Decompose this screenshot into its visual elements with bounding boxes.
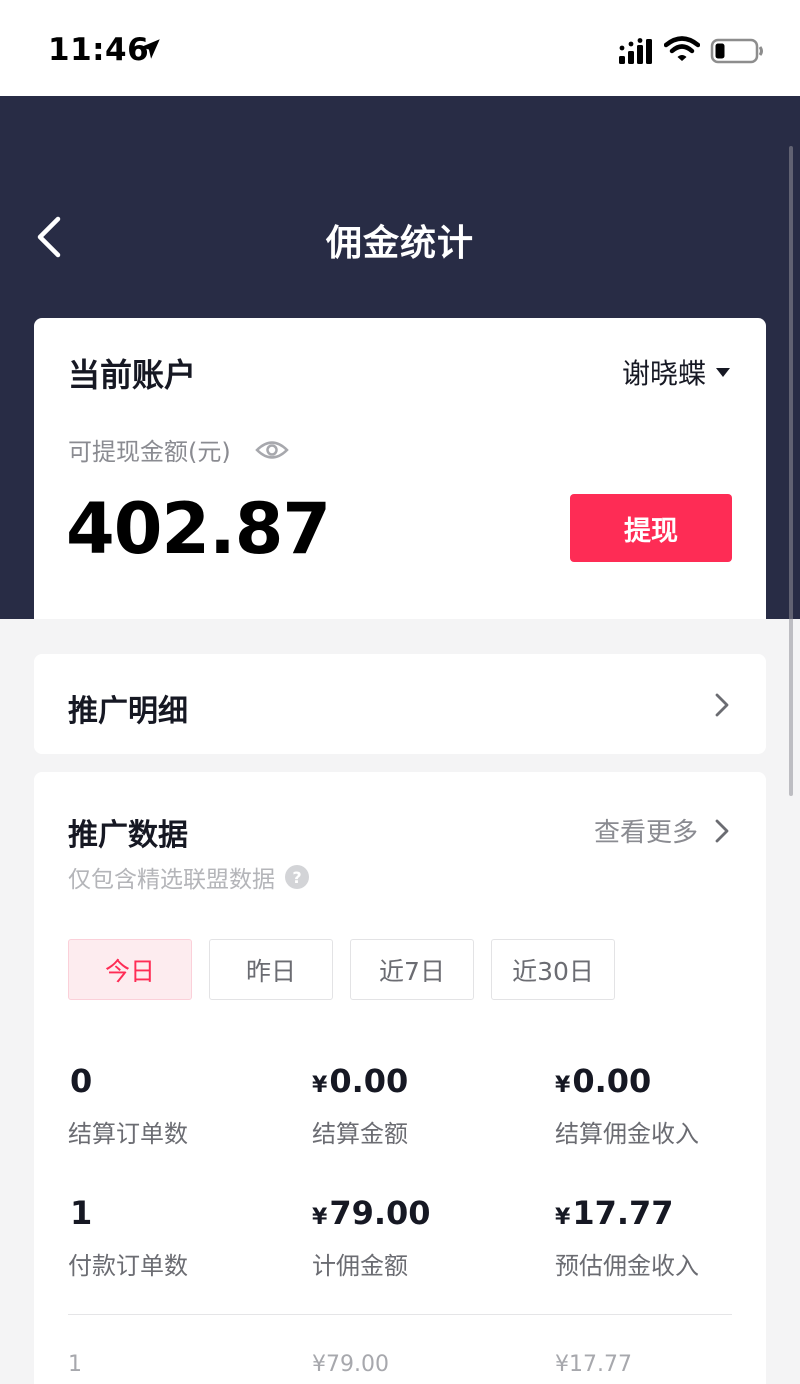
view-more-link[interactable]: 查看更多 [594, 812, 730, 849]
bottom-row-orders: 1 [68, 1352, 82, 1377]
account-card: 当前账户 谢晓蝶 可提现金额(元) 402.87 提现 [34, 318, 766, 619]
cellular-signal-icon [619, 38, 652, 64]
view-more-label: 查看更多 [593, 818, 698, 848]
stat-value: ¥0.00 [555, 1062, 699, 1100]
stat-paid-orders: 1 付款订单数 [68, 1194, 188, 1281]
chevron-right-icon [715, 819, 729, 842]
wifi-icon [664, 36, 700, 61]
balance-label: 可提现金额(元) [68, 438, 231, 466]
scrollbar[interactable] [789, 146, 793, 796]
status-time: 11:46 [48, 32, 150, 68]
stat-number: 79.00 [329, 1194, 431, 1232]
currency-symbol: ¥ [555, 1205, 571, 1230]
svg-text:?: ? [292, 868, 301, 887]
account-switcher[interactable]: 谢晓蝶 [622, 352, 730, 392]
currency-symbol: ¥ [312, 1205, 328, 1230]
withdraw-button[interactable]: 提现 [570, 494, 732, 562]
stat-label: 结算佣金收入 [555, 1120, 699, 1148]
balance-amount: 402.87 [66, 488, 331, 570]
stat-label: 结算订单数 [68, 1120, 188, 1148]
bottom-row-amount: ¥79.00 [312, 1352, 389, 1377]
bottom-row-commission: ¥17.77 [555, 1352, 632, 1377]
tab-today[interactable]: 今日 [68, 939, 192, 1000]
stat-label: 结算金额 [312, 1120, 408, 1148]
stat-estimated-commission: ¥17.77 预估佣金收入 [555, 1194, 699, 1281]
stat-number: 17.77 [572, 1194, 674, 1232]
eye-icon[interactable] [254, 439, 289, 461]
promo-data-subtitle-row: 仅包含精选联盟数据 ? [68, 860, 309, 894]
divider [68, 1314, 732, 1315]
tab-last-30-days[interactable]: 近30日 [491, 939, 615, 1000]
stat-number: 1 [70, 1194, 93, 1232]
location-arrow-icon [140, 39, 160, 59]
status-bar: 11:46 [0, 0, 800, 96]
tab-yesterday[interactable]: 昨日 [209, 939, 333, 1000]
stat-number: 0.00 [329, 1062, 409, 1100]
stat-label: 计佣金额 [312, 1252, 408, 1280]
tab-last-7-days[interactable]: 近7日 [350, 939, 474, 1000]
stat-value: 0 [68, 1062, 188, 1100]
stat-settled-orders: 0 结算订单数 [68, 1062, 188, 1149]
stat-label: 预估佣金收入 [555, 1252, 699, 1280]
stat-settled-commission: ¥0.00 结算佣金收入 [555, 1062, 699, 1149]
chevron-right-icon [715, 693, 729, 717]
battery-icon [710, 38, 763, 64]
promo-detail-row[interactable]: 推广明细 [34, 654, 766, 754]
stat-settled-amount: ¥0.00 结算金额 [312, 1062, 408, 1149]
stat-label: 付款订单数 [68, 1252, 188, 1280]
stat-value: 1 [68, 1194, 188, 1232]
promo-data-subtitle: 仅包含精选联盟数据 [68, 867, 275, 893]
caret-down-icon [716, 367, 730, 377]
date-range-tabs: 今日 昨日 近7日 近30日 [68, 939, 632, 1000]
promo-data-title: 推广数据 [68, 818, 188, 853]
account-user-name: 谢晓蝶 [621, 357, 706, 390]
account-title: 当前账户 [68, 356, 197, 394]
stat-value: ¥0.00 [312, 1062, 408, 1100]
stat-number: 0 [70, 1062, 93, 1100]
stat-value: ¥17.77 [555, 1194, 699, 1232]
balance-label-row: 可提现金额(元) [68, 432, 289, 467]
promo-data-card: 推广数据 查看更多 仅包含精选联盟数据 ? 今日 昨日 近7日 近30日 0 结… [34, 772, 766, 1384]
stat-commissionable-amount: ¥79.00 计佣金额 [312, 1194, 431, 1281]
question-mark-icon[interactable]: ? [285, 865, 309, 889]
stat-number: 0.00 [572, 1062, 652, 1100]
page-title: 佣金统计 [325, 223, 474, 264]
currency-symbol: ¥ [555, 1073, 571, 1098]
stat-value: ¥79.00 [312, 1194, 431, 1232]
currency-symbol: ¥ [312, 1073, 328, 1098]
promo-detail-label: 推广明细 [68, 694, 188, 729]
